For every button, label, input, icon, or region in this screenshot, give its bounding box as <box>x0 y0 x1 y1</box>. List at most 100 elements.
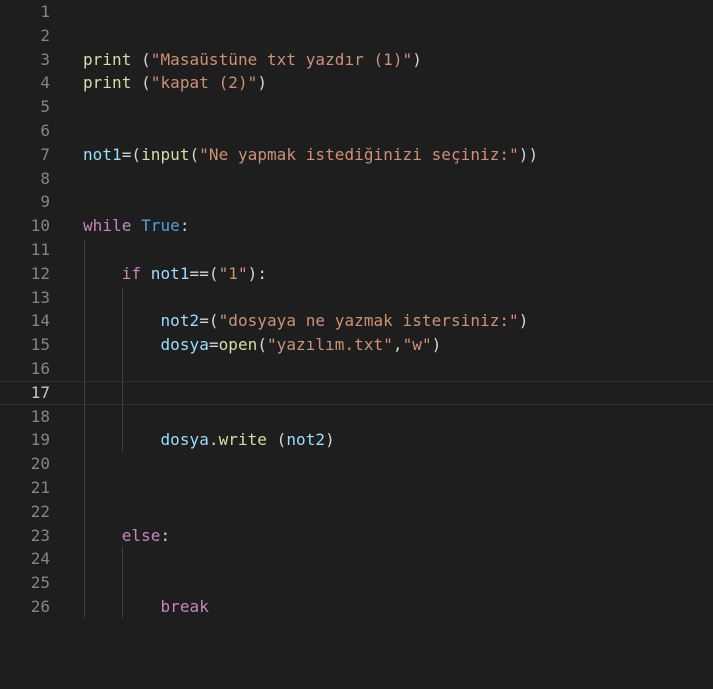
code-line[interactable]: 3 print ("Masaüstüne txt yazdır (1)") <box>0 48 713 72</box>
line-number: 20 <box>30 454 50 474</box>
indent-guide-while <box>84 240 85 618</box>
code-text[interactable]: else: <box>83 524 170 548</box>
line-number: 1 <box>40 2 50 21</box>
code-token: while <box>83 216 132 236</box>
code-token: open <box>218 335 258 355</box>
code-token: ): <box>247 263 268 283</box>
code-line[interactable]: 13 <box>0 286 713 310</box>
code-token: dosya <box>160 335 209 355</box>
code-line[interactable]: 16 <box>0 357 713 381</box>
code-token: "Masaüstüne txt yazdır (1)" <box>150 49 413 69</box>
code-line[interactable]: 1 <box>0 0 713 24</box>
line-number: 14 <box>30 311 50 331</box>
line-number: 8 <box>40 168 50 188</box>
code-line[interactable]: 5 <box>0 95 713 119</box>
code-line[interactable]: 6 <box>0 119 713 143</box>
code-token: =( <box>199 311 219 331</box>
code-token: ( <box>131 49 151 69</box>
line-number: 3 <box>40 49 50 69</box>
code-text[interactable]: not1=(input("Ne yapmak istediğinizi seçi… <box>83 143 538 167</box>
code-line[interactable]: 8 <box>0 167 713 191</box>
code-line[interactable]: 9 <box>0 190 713 214</box>
line-number: 11 <box>30 240 50 259</box>
code-text[interactable]: print ("Masaüstüne txt yazdır (1)") <box>83 48 422 72</box>
code-line[interactable]: 15 dosya=open("yazılım.txt","w") <box>0 333 713 357</box>
line-number: 22 <box>30 501 50 521</box>
code-line[interactable]: 10 while True: <box>0 214 713 238</box>
line-number: 2 <box>40 25 50 45</box>
code-token: input <box>141 144 190 164</box>
line-number: 24 <box>30 549 50 569</box>
code-line[interactable]: 24 <box>0 547 713 571</box>
code-token: ( <box>131 73 151 93</box>
code-line[interactable]: 14 not2=("dosyaya ne yazmak istersiniz:"… <box>0 309 713 333</box>
code-text[interactable]: break <box>83 595 209 619</box>
code-token: if <box>121 263 142 283</box>
line-number: 26 <box>30 597 50 616</box>
line-number: 15 <box>30 335 50 355</box>
code-token: , <box>392 335 403 355</box>
code-token: print <box>83 73 132 93</box>
code-token: break <box>160 597 209 616</box>
code-token: =( <box>121 144 142 164</box>
code-token: True <box>141 216 180 236</box>
line-number: 23 <box>30 525 50 545</box>
line-number: 10 <box>30 216 50 236</box>
code-token: write <box>218 430 267 450</box>
code-token: ) <box>325 430 335 450</box>
line-number: 9 <box>40 192 50 212</box>
line-number: 25 <box>30 573 50 593</box>
code-line[interactable]: 2 <box>0 24 713 48</box>
code-text[interactable]: dosya=open("yazılım.txt","w") <box>83 333 441 357</box>
line-number: 6 <box>40 121 50 140</box>
code-line[interactable]: 23 else: <box>0 524 713 548</box>
code-line[interactable]: 22 <box>0 500 713 524</box>
code-line[interactable]: 12 if not1==("1"): <box>0 262 713 286</box>
code-token: not1 <box>83 144 122 164</box>
line-number: 13 <box>30 287 50 307</box>
line-number: 19 <box>30 430 50 450</box>
code-token: ( <box>257 335 267 355</box>
code-text[interactable]: dosya.write (not2) <box>83 428 335 452</box>
code-token: not2 <box>286 430 326 450</box>
indent-guide-else <box>122 546 123 618</box>
code-token: = <box>208 335 219 355</box>
line-number: 5 <box>40 97 50 117</box>
code-token: ==( <box>189 263 219 283</box>
code-text[interactable]: if not1==("1"): <box>83 262 267 286</box>
code-line[interactable]: 20 <box>0 452 713 476</box>
code-token: )) <box>518 144 539 164</box>
code-token: "w" <box>402 335 432 355</box>
code-token: "yazılım.txt" <box>267 335 393 355</box>
code-text[interactable]: while True: <box>83 214 190 238</box>
code-token: dosya <box>160 430 209 450</box>
code-token: ( <box>189 144 200 164</box>
line-number: 7 <box>40 144 50 164</box>
code-token: "Ne yapmak istediğinizi seçiniz:" <box>199 144 519 164</box>
code-token: else <box>121 525 161 545</box>
line-number: 17 <box>30 382 50 402</box>
code-line[interactable]: 4 print ("kapat (2)") <box>0 71 713 95</box>
code-text[interactable]: not2=("dosyaya ne yazmak istersiniz:") <box>83 309 528 333</box>
code-token: : <box>160 525 171 545</box>
code-token: "1" <box>218 263 248 283</box>
code-line[interactable]: 11 <box>0 238 713 262</box>
code-line[interactable]: 21 <box>0 476 713 500</box>
code-line[interactable]: 19 dosya.write (not2) <box>0 428 713 452</box>
line-number: 21 <box>30 478 50 497</box>
line-number: 18 <box>30 406 50 426</box>
code-editor[interactable]: 1 2 3 print ("Masaüstüne txt yazdır (1)") 4 p… <box>0 0 713 689</box>
code-line[interactable]: 25 <box>0 571 713 595</box>
code-line[interactable]: 7 not1=(input("Ne yapmak istediğinizi seç… <box>0 143 713 167</box>
code-line[interactable]: 18 <box>0 405 713 429</box>
code-line[interactable]: 26 break <box>0 595 713 619</box>
code-token: : <box>179 216 190 236</box>
code-line[interactable]: 17 <box>0 380 713 405</box>
code-text[interactable]: print ("kapat (2)") <box>83 71 267 95</box>
code-token: "dosyaya ne yazmak istersiniz:" <box>218 311 519 331</box>
line-number: 16 <box>30 359 50 378</box>
code-token: "kapat (2)" <box>150 73 258 93</box>
code-token: not2 <box>160 311 200 331</box>
